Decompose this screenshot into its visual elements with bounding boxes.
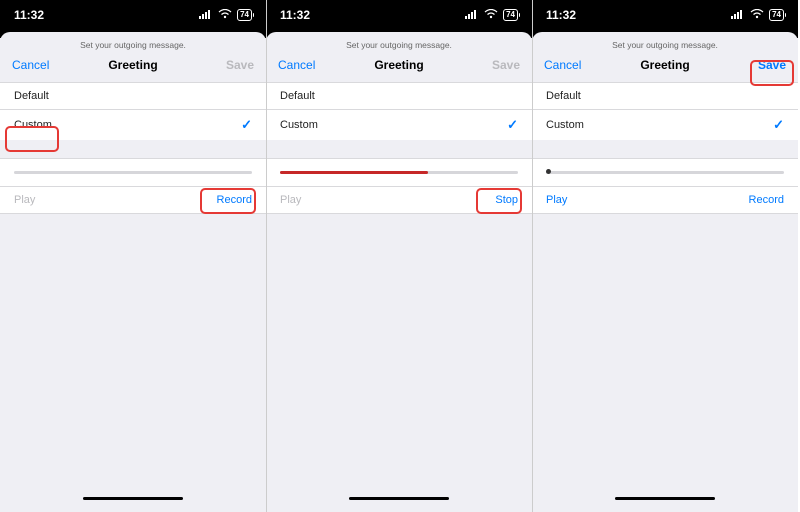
status-time: 11:32 xyxy=(14,8,44,22)
checkmark-icon: ✓ xyxy=(241,117,252,133)
checkmark-icon: ✓ xyxy=(773,117,784,133)
battery-icon: 74 xyxy=(237,9,252,21)
home-indicator xyxy=(615,497,715,501)
header-subtitle: Set your outgoing message. xyxy=(532,32,798,54)
cancel-button[interactable]: Cancel xyxy=(544,58,594,72)
battery-icon: 74 xyxy=(503,9,518,21)
row-default-label: Default xyxy=(280,90,315,102)
header-subtitle: Set your outgoing message. xyxy=(0,32,266,54)
signal-icon xyxy=(731,8,745,22)
home-indicator xyxy=(83,497,183,501)
battery-icon: 74 xyxy=(769,9,784,21)
home-indicator xyxy=(349,497,449,501)
row-custom-label: Custom xyxy=(14,119,52,131)
progress-fill xyxy=(280,171,428,174)
status-bar: 11:32 74 xyxy=(532,0,798,30)
screen-2: 11:32 74 Set your outgoing message. Canc… xyxy=(266,0,532,512)
wifi-icon xyxy=(484,8,498,22)
record-button[interactable]: Record xyxy=(217,194,252,206)
status-time: 11:32 xyxy=(280,8,310,22)
play-button: Play xyxy=(280,194,301,206)
play-button: Play xyxy=(14,194,35,206)
controls-row: Play Stop xyxy=(266,187,532,214)
cancel-button[interactable]: Cancel xyxy=(12,58,62,72)
status-bar: 11:32 74 xyxy=(266,0,532,30)
row-custom-label: Custom xyxy=(546,119,584,131)
page-title: Greeting xyxy=(640,58,689,72)
save-button: Save xyxy=(470,58,520,72)
screen-3: 11:32 74 Set your outgoing message. Canc… xyxy=(532,0,798,512)
controls-row: Play Record xyxy=(0,187,266,214)
progress-dot xyxy=(546,169,551,174)
signal-icon xyxy=(199,8,213,22)
nav-bar: Cancel Greeting Save xyxy=(532,54,798,82)
nav-bar: Cancel Greeting Save xyxy=(266,54,532,82)
save-button: Save xyxy=(204,58,254,72)
row-custom[interactable]: Custom ✓ xyxy=(532,109,798,140)
screen-1: 11:32 74 Set your outgoing message. Canc… xyxy=(0,0,266,512)
waveform xyxy=(532,158,798,187)
waveform xyxy=(266,158,532,187)
page-title: Greeting xyxy=(108,58,157,72)
play-button[interactable]: Play xyxy=(546,194,567,206)
status-time: 11:32 xyxy=(546,8,576,22)
header-subtitle: Set your outgoing message. xyxy=(266,32,532,54)
row-default-label: Default xyxy=(14,90,49,102)
row-default[interactable]: Default xyxy=(532,82,798,109)
cancel-button[interactable]: Cancel xyxy=(278,58,328,72)
row-custom[interactable]: Custom ✓ xyxy=(266,109,532,140)
save-button[interactable]: Save xyxy=(736,58,786,72)
page-title: Greeting xyxy=(374,58,423,72)
row-default-label: Default xyxy=(546,90,581,102)
wifi-icon xyxy=(218,8,232,22)
checkmark-icon: ✓ xyxy=(507,117,518,133)
row-default[interactable]: Default xyxy=(0,82,266,109)
stop-button[interactable]: Stop xyxy=(495,194,518,206)
status-bar: 11:32 74 xyxy=(0,0,266,30)
row-custom-label: Custom xyxy=(280,119,318,131)
controls-row: Play Record xyxy=(532,187,798,214)
row-custom[interactable]: Custom ✓ xyxy=(0,109,266,140)
wifi-icon xyxy=(750,8,764,22)
signal-icon xyxy=(465,8,479,22)
nav-bar: Cancel Greeting Save xyxy=(0,54,266,82)
waveform xyxy=(0,158,266,187)
row-default[interactable]: Default xyxy=(266,82,532,109)
record-button[interactable]: Record xyxy=(749,194,784,206)
